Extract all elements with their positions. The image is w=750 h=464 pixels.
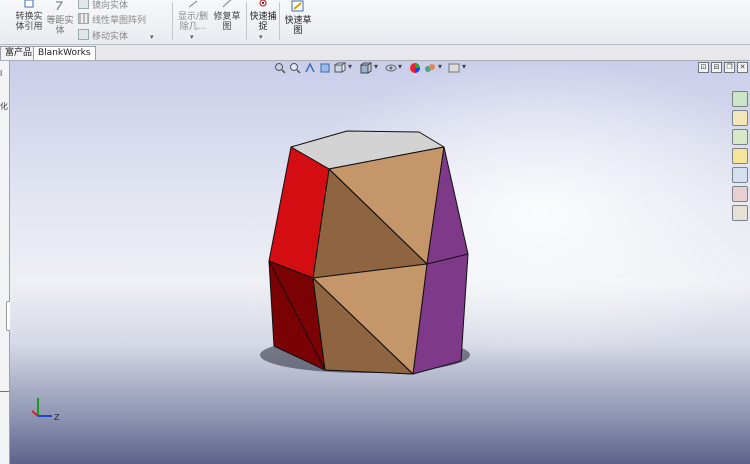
rapid-sketch-label: 快速草 图 <box>284 16 312 36</box>
move-entities-label: 移动实体 <box>92 32 129 42</box>
graphics-area[interactable]: ▾ ▾ ▾ ▾ ▾ ⊡ ⊟ ❐ ✕ Z <box>10 61 750 464</box>
move-dropdown-arrow-icon[interactable]: ▾ <box>150 33 154 41</box>
convert-entities-button[interactable]: 转换实 体引用 <box>12 0 46 32</box>
display-delete-label: 显示/删 除几... <box>177 12 209 32</box>
linear-pattern-icon <box>78 13 89 24</box>
coordinate-triad: Z <box>31 398 60 422</box>
move-entities-button[interactable]: 移动实体 <box>78 29 128 42</box>
polyhedron-model[interactable] <box>268 130 469 375</box>
mirror-icon <box>78 0 89 9</box>
repair-sketch-button[interactable]: 修复草 图 <box>212 0 242 32</box>
rapid-sketch-button[interactable]: 快速草 图 <box>282 0 314 36</box>
linear-pattern-button[interactable]: 线性草图阵列 <box>78 13 146 26</box>
convert-entities-label: 转换实 体引用 <box>15 12 43 32</box>
relations-icon <box>176 0 210 11</box>
snaps-dropdown-arrow-icon[interactable]: ▾ <box>259 33 263 41</box>
relations-dropdown-arrow-icon[interactable]: ▾ <box>190 33 194 41</box>
mirror-entities-label: 镜向实体 <box>92 1 129 11</box>
quick-snaps-button[interactable]: 快速捕 捉 <box>248 0 278 32</box>
offset-entities-button[interactable]: 等距实 体 <box>46 0 74 36</box>
display-delete-relations-button[interactable]: 显示/删 除几... <box>176 0 210 32</box>
manager-tabs-bar: 富产品 BlankWorks <box>0 45 750 61</box>
panel-label-top: l <box>0 69 3 78</box>
move-entities-icon <box>78 29 89 40</box>
triad-z-label: Z <box>54 413 60 422</box>
convert-entities-icon <box>12 0 46 11</box>
quick-snaps-icon <box>248 0 278 11</box>
ribbon-separator <box>172 2 173 40</box>
quick-snaps-label: 快速捕 捉 <box>249 12 277 32</box>
model-canvas: Z <box>31 130 470 422</box>
rapid-sketch-icon <box>282 0 314 15</box>
linear-pattern-label: 线性草图阵列 <box>92 16 147 26</box>
repair-sketch-label: 修复草 图 <box>213 12 241 32</box>
feature-manager-panel: l 化 <box>0 61 14 464</box>
mirror-entities-button[interactable]: 镜向实体 <box>78 0 128 11</box>
panel-label-bottom: 化 <box>0 102 8 111</box>
tab-blankworks[interactable]: BlankWorks <box>33 46 96 60</box>
panel-divider <box>0 391 9 392</box>
repair-sketch-icon <box>212 0 242 11</box>
offset-entities-icon <box>46 0 74 15</box>
offset-entities-label: 等距实 体 <box>46 16 74 36</box>
command-ribbon: 转换实 体引用 等距实 体 镜向实体 线性草图阵列 移动实体 ▾ 显示/删 除几… <box>0 0 750 45</box>
ribbon-separator <box>279 2 280 40</box>
tab-product[interactable]: 富产品 <box>0 46 38 60</box>
ribbon-separator <box>246 2 247 40</box>
